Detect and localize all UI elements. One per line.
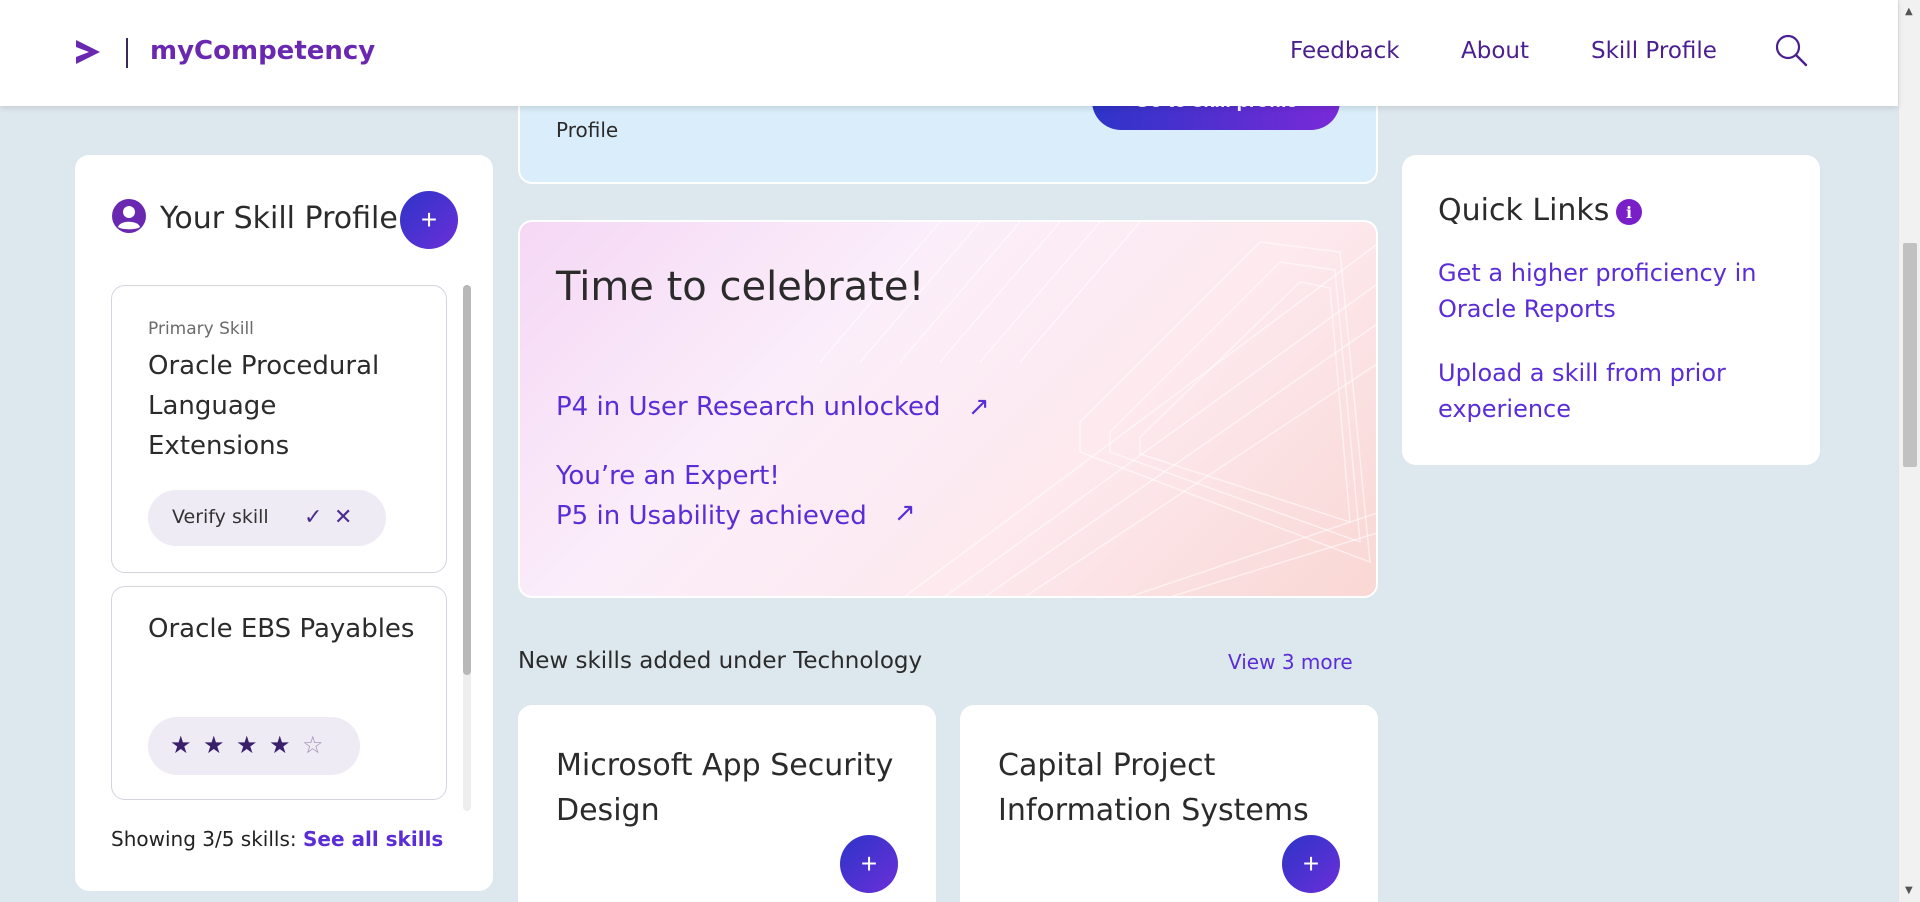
scroll-up-arrow-icon[interactable]: ▲: [1905, 6, 1913, 17]
new-skill-card[interactable]: Microsoft App Security Design +: [518, 705, 936, 902]
star-filled-icon: ★: [269, 731, 291, 759]
quick-links-panel: Quick Links i Get a higher proficiency i…: [1402, 155, 1820, 465]
info-icon[interactable]: i: [1616, 199, 1642, 225]
scroll-thumb[interactable]: [1903, 243, 1917, 467]
star-filled-icon: ★: [170, 731, 192, 759]
quick-link-proficiency[interactable]: Get a higher proficiency in Oracle Repor…: [1438, 255, 1778, 327]
banner-text: Profile: [556, 118, 619, 142]
new-skill-title: Microsoft App Security Design: [556, 748, 894, 828]
skill-rating: ★ ★ ★ ★ ☆: [148, 717, 360, 775]
external-arrow-icon[interactable]: ↗: [968, 392, 990, 422]
quick-links-title: Quick Links: [1438, 193, 1610, 228]
new-skill-title: Capital Project Information Systems: [998, 748, 1309, 828]
star-filled-icon: ★: [236, 731, 258, 759]
skill-list-scroll-thumb[interactable]: [463, 285, 471, 675]
page-scrollbar[interactable]: ▲ ▼: [1898, 0, 1920, 902]
expert-text: You’re an Expert!: [556, 461, 780, 491]
accenture-logo-icon[interactable]: [74, 36, 102, 68]
search-icon[interactable]: [1774, 33, 1808, 67]
quick-link-upload-skill[interactable]: Upload a skill from prior experience: [1438, 355, 1778, 427]
star-filled-icon: ★: [203, 731, 225, 759]
skill-profile-title: Your Skill Profile: [160, 201, 398, 236]
showing-skills-text: Showing 3/5 skills: See all skills: [111, 827, 443, 851]
verify-skill-label: Verify skill: [172, 506, 269, 528]
scroll-down-arrow-icon[interactable]: ▼: [1905, 885, 1913, 896]
usability-text: P5 in Usability achieved: [556, 501, 867, 531]
skill-kind-label: Primary Skill: [148, 319, 254, 339]
skill-card-primary[interactable]: Primary Skill Oracle Procedural Language…: [111, 285, 447, 573]
skill-name: Oracle Procedural Language Extensions: [148, 351, 380, 461]
verify-skill-pill: Verify skill ✓ ✕: [148, 490, 386, 546]
reject-close-icon[interactable]: ✕: [334, 505, 352, 530]
skill-card-secondary[interactable]: Oracle EBS Payables ★ ★ ★ ★ ☆: [111, 586, 447, 800]
new-skill-card[interactable]: Capital Project Information Systems +: [960, 705, 1378, 902]
nav-skill-profile-link[interactable]: Skill Profile: [1591, 38, 1717, 64]
star-empty-icon: ☆: [302, 731, 324, 759]
add-new-skill-button[interactable]: +: [1282, 835, 1340, 893]
add-new-skill-button[interactable]: +: [840, 835, 898, 893]
confirm-check-icon[interactable]: ✓: [304, 505, 322, 530]
nav-about-link[interactable]: About: [1461, 38, 1529, 64]
add-skill-button[interactable]: +: [400, 191, 458, 249]
celebrate-title: Time to celebrate!: [556, 264, 925, 310]
logo-divider: [126, 38, 128, 68]
achievement-link-usability[interactable]: You’re an Expert! P5 in Usability achiev…: [556, 456, 867, 536]
external-arrow-icon[interactable]: ↗: [894, 498, 916, 528]
brand-name[interactable]: myCompetency: [150, 36, 375, 66]
achievement-link-user-research[interactable]: P4 in User Research unlocked: [556, 392, 941, 422]
showing-count: Showing 3/5 skills:: [111, 827, 303, 851]
see-all-skills-link[interactable]: See all skills: [303, 827, 443, 851]
top-navigation-bar: myCompetency Feedback About Skill Profil…: [0, 0, 1898, 106]
view-more-link[interactable]: View 3 more: [1228, 650, 1353, 674]
celebration-card: Time to celebrate! P4 in User Research u…: [518, 220, 1378, 598]
nav-feedback-link[interactable]: Feedback: [1290, 38, 1400, 64]
user-profile-icon: [112, 199, 146, 233]
new-skills-heading: New skills added under Technology: [518, 648, 923, 674]
skill-name: Oracle EBS Payables: [148, 614, 415, 644]
